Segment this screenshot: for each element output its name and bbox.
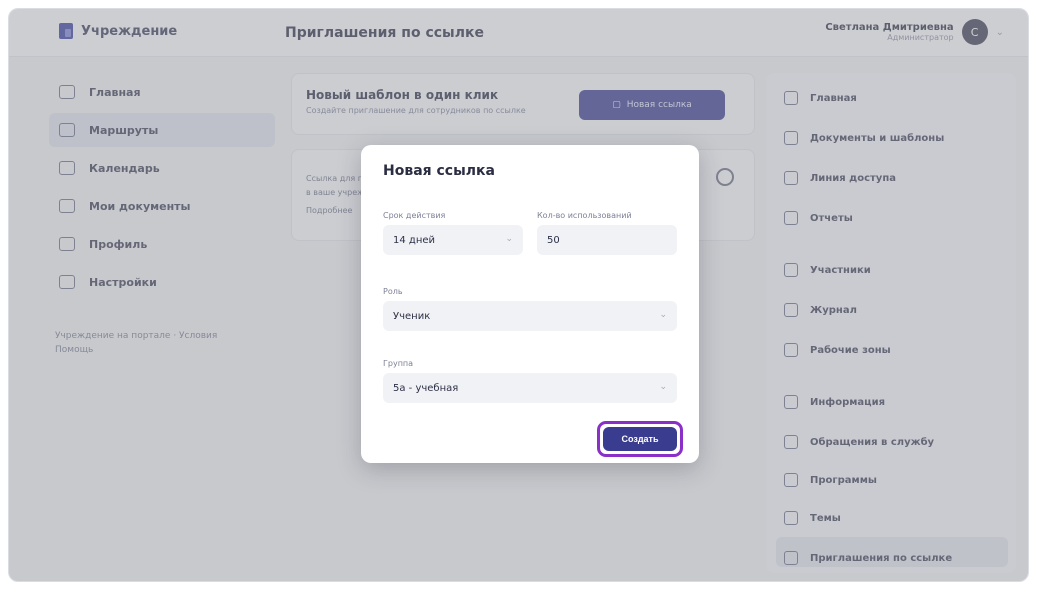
role-value: Ученик: [393, 310, 431, 322]
validity-select[interactable]: 14 дней ⌄: [383, 225, 523, 255]
uses-label: Кол-во использований: [537, 211, 632, 220]
app-window: Учреждение Приглашения по ссылке Светлан…: [8, 8, 1029, 582]
uses-value: 50: [547, 234, 560, 246]
validity-value: 14 дней: [393, 234, 436, 246]
chevron-down-icon: ⌄: [659, 310, 667, 320]
group-label: Группа: [383, 359, 414, 368]
chevron-down-icon: ⌄: [505, 234, 513, 244]
dialog-title: Новая ссылка: [383, 163, 495, 179]
group-select[interactable]: 5а - учебная ⌄: [383, 373, 677, 403]
new-link-dialog: Новая ссылка Срок действия 14 дней ⌄ Кол…: [361, 145, 699, 463]
role-select[interactable]: Ученик ⌄: [383, 301, 677, 331]
role-label: Роль: [383, 287, 403, 296]
group-value: 5а - учебная: [393, 382, 459, 394]
uses-input[interactable]: 50: [537, 225, 677, 255]
create-button[interactable]: Создать: [603, 427, 677, 451]
chevron-down-icon: ⌄: [659, 382, 667, 392]
validity-label: Срок действия: [383, 211, 446, 220]
